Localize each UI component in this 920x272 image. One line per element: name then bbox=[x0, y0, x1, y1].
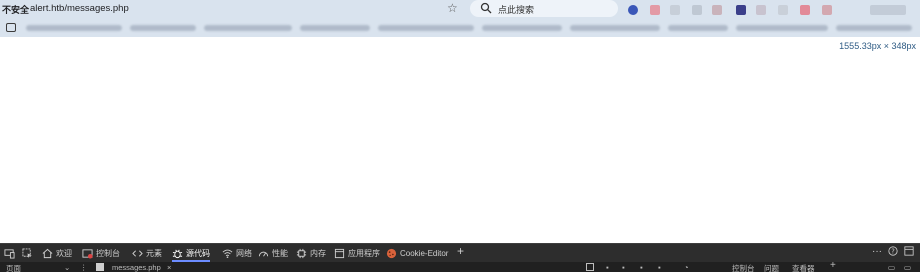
add-drawer-tab-button[interactable]: + bbox=[830, 260, 836, 271]
bookmark-item[interactable] bbox=[300, 25, 370, 31]
close-drawer-icon[interactable]: ▭ bbox=[904, 263, 911, 272]
extension-icon[interactable] bbox=[800, 5, 810, 15]
tab-memory[interactable]: 内存 bbox=[296, 244, 326, 263]
tab-network[interactable]: 网络 bbox=[222, 244, 252, 263]
bookmark-item[interactable] bbox=[482, 25, 562, 31]
extension-icon[interactable] bbox=[712, 5, 722, 15]
extension-icon[interactable] bbox=[756, 5, 766, 15]
memory-icon bbox=[296, 248, 307, 259]
bookmark-item[interactable] bbox=[130, 25, 196, 31]
chevron-down-icon[interactable]: ⌄ bbox=[64, 263, 70, 272]
extension-icon[interactable] bbox=[692, 5, 702, 15]
search-placeholder: 点此搜索 bbox=[498, 5, 535, 15]
tab-label: 应用程序 bbox=[348, 249, 380, 258]
tab-console-drawer[interactable]: 控制台 bbox=[732, 263, 755, 272]
deactivate-breakpoints-icon[interactable]: ◔ bbox=[684, 263, 689, 272]
bookmark-item[interactable] bbox=[836, 25, 912, 31]
extension-icon[interactable] bbox=[736, 5, 746, 15]
wifi-icon bbox=[222, 249, 233, 258]
extension-icon[interactable] bbox=[628, 5, 638, 15]
dock-icon[interactable]: ▭ bbox=[888, 263, 895, 272]
url-field[interactable]: alert.htb/messages.php bbox=[30, 3, 129, 14]
tab-sources[interactable]: 源代码 bbox=[172, 244, 210, 263]
inspect-icon[interactable] bbox=[22, 244, 33, 263]
address-bar-row: 不安全 alert.htb/messages.php ☆ 点此搜索 bbox=[0, 0, 920, 19]
tab-label: 性能 bbox=[272, 249, 288, 258]
tab-label: 网络 bbox=[236, 249, 252, 258]
tab-label: 源代码 bbox=[186, 249, 210, 258]
bookmark-item[interactable] bbox=[570, 25, 660, 31]
cookie-icon bbox=[386, 248, 397, 259]
tab-console[interactable]: 控制台 bbox=[82, 244, 120, 263]
extension-icon[interactable] bbox=[670, 5, 680, 15]
step-icon[interactable]: ▪ bbox=[606, 263, 609, 272]
device-emulation-icon[interactable] bbox=[4, 244, 15, 263]
step-icon[interactable]: ▪ bbox=[658, 263, 661, 272]
browser-window: 不安全 alert.htb/messages.php ☆ 点此搜索 1555.3… bbox=[0, 0, 920, 272]
bookmark-folder-icon[interactable] bbox=[6, 23, 16, 32]
add-tab-button[interactable]: + bbox=[457, 244, 464, 258]
settings-icon[interactable] bbox=[904, 246, 914, 259]
pause-icon[interactable] bbox=[586, 263, 594, 271]
step-icon[interactable]: ▪ bbox=[622, 263, 625, 272]
gauge-icon bbox=[258, 251, 269, 257]
application-icon bbox=[334, 248, 345, 259]
tab-cookie-editor[interactable]: Cookie-Editor bbox=[386, 244, 448, 263]
bookmark-item[interactable] bbox=[736, 25, 828, 31]
console-icon bbox=[82, 249, 93, 259]
close-icon[interactable]: × bbox=[167, 263, 171, 272]
tab-welcome[interactable]: 欢迎 bbox=[42, 244, 72, 263]
home-icon bbox=[42, 248, 53, 259]
tab-issues-drawer[interactable]: 问题 bbox=[764, 263, 779, 272]
devtools-subtoolbar: 页面 ⌄ ⋮ messages.php × ▪ ▪ ▪ ▪ ◔ 控制台 问题 查… bbox=[0, 260, 920, 272]
file-icon bbox=[96, 263, 104, 271]
tab-application[interactable]: 应用程序 bbox=[334, 244, 380, 263]
tab-label: Cookie-Editor bbox=[400, 249, 449, 258]
file-tab-label[interactable]: messages.php bbox=[112, 263, 161, 272]
code-icon bbox=[132, 250, 143, 257]
tab-viewer-drawer[interactable]: 查看器 bbox=[792, 263, 815, 272]
more-tools-button[interactable]: ··· bbox=[872, 246, 882, 257]
devtools-tab-bar: 欢迎 控制台 元素 源代码 网络 性能 内存 应用程序 Cookie-Edito… bbox=[0, 243, 920, 262]
tab-elements[interactable]: 元素 bbox=[132, 244, 162, 263]
tab-label: 元素 bbox=[146, 249, 162, 258]
extension-icon[interactable] bbox=[650, 5, 660, 15]
tab-label: 内存 bbox=[310, 249, 326, 258]
search-box[interactable]: 点此搜索 bbox=[470, 0, 618, 17]
extension-icon[interactable] bbox=[778, 5, 788, 15]
more-vertical-icon[interactable]: ⋮ bbox=[80, 263, 88, 272]
help-icon[interactable]: ? bbox=[888, 246, 898, 259]
bookmarks-bar bbox=[0, 19, 920, 37]
star-icon[interactable]: ☆ bbox=[447, 1, 458, 15]
bookmark-item[interactable] bbox=[668, 25, 728, 31]
step-icon[interactable]: ▪ bbox=[640, 263, 643, 272]
bookmark-item[interactable] bbox=[26, 25, 122, 31]
tab-performance[interactable]: 性能 bbox=[258, 244, 288, 263]
bookmark-item[interactable] bbox=[378, 25, 474, 31]
bug-icon bbox=[172, 249, 183, 259]
svg-text:?: ? bbox=[891, 248, 895, 256]
extension-icon[interactable] bbox=[870, 5, 906, 15]
viewport-size-readout: 1555.33px × 348px bbox=[839, 41, 916, 51]
search-icon bbox=[480, 2, 492, 14]
tab-label: 控制台 bbox=[96, 249, 120, 258]
tab-label: 欢迎 bbox=[56, 249, 72, 258]
insecure-indicator[interactable]: 不安全 bbox=[2, 3, 29, 16]
extension-icon[interactable] bbox=[822, 5, 832, 15]
bookmark-item[interactable] bbox=[204, 25, 292, 31]
page-panel-label[interactable]: 页面 bbox=[6, 263, 21, 272]
